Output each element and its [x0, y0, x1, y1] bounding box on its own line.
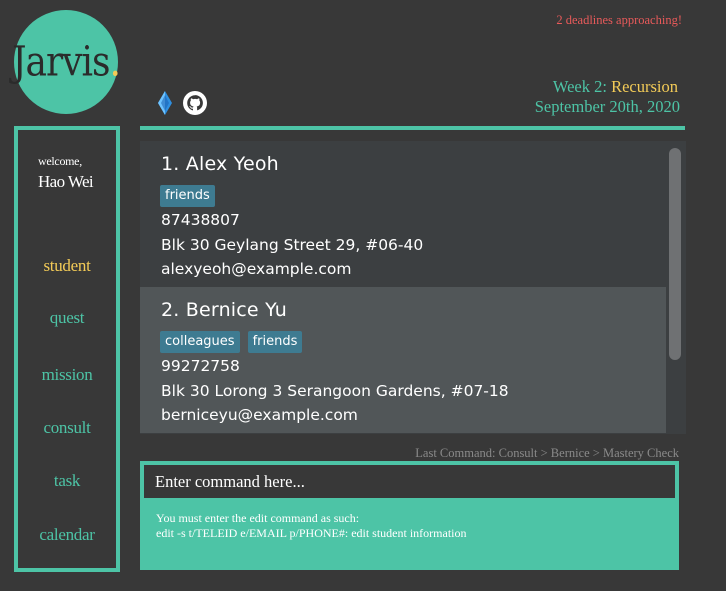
tag-badge: friends — [160, 185, 215, 207]
tag-badge: colleagues — [160, 331, 240, 353]
welcome-label: welcome, — [38, 154, 82, 168]
tag-badge: friends — [247, 331, 303, 353]
diamond-icon[interactable] — [157, 90, 173, 116]
sidebar: welcome, Hao Wei student quest mission c… — [14, 126, 120, 572]
scrollbar-thumb[interactable] — [669, 148, 681, 360]
sidebar-item-student[interactable]: student — [18, 256, 116, 276]
student-address: Blk 30 Geylang Street 29, #06-40 — [161, 236, 424, 254]
jarvis-logo: Jarvis. — [12, 10, 121, 114]
tag-list: colleagues friends — [160, 331, 303, 353]
student-name: 1. Alex Yeoh — [161, 153, 279, 175]
sidebar-item-quest[interactable]: quest — [18, 308, 116, 328]
tag-list: friends — [160, 185, 215, 207]
github-icon[interactable] — [183, 91, 207, 115]
username: Hao Wei — [38, 172, 94, 191]
result-message-line: edit -s t/TELEID e/EMAIL p/PHONE#: edit … — [156, 526, 467, 540]
sidebar-item-consult[interactable]: consult — [18, 418, 116, 438]
student-card[interactable]: 1. Alex Yeoh friends 87438807 Blk 30 Gey… — [140, 141, 666, 287]
week-prefix: Week 2: — [552, 77, 612, 96]
student-address: Blk 30 Lorong 3 Serangoon Gardens, #07-1… — [161, 382, 509, 400]
logo-text: Jarvis. — [12, 38, 121, 86]
week-indicator: Week 2: Recursion — [553, 77, 678, 97]
student-name: 2. Bernice Yu — [161, 299, 287, 321]
command-box: You must enter the edit command as such:… — [140, 461, 679, 570]
result-message-line: You must enter the edit command as such: — [156, 511, 360, 525]
sidebar-item-mission[interactable]: mission — [18, 365, 116, 385]
student-email: berniceyu@example.com — [161, 406, 358, 424]
student-card[interactable]: 2. Bernice Yu colleagues friends 9927275… — [140, 287, 666, 433]
last-command: Last Command: Consult > Bernice > Master… — [415, 446, 679, 460]
current-date: September 20th, 2020 — [534, 97, 680, 116]
student-list[interactable]: 1. Alex Yeoh friends 87438807 Blk 30 Gey… — [140, 141, 686, 434]
student-email: alexyeoh@example.com — [161, 260, 352, 278]
sidebar-item-task[interactable]: task — [18, 471, 116, 491]
header-divider — [140, 126, 685, 130]
student-phone: 99272758 — [161, 357, 240, 375]
command-input[interactable] — [144, 465, 675, 498]
student-phone: 87438807 — [161, 211, 240, 229]
deadline-notice: 2 deadlines approaching! — [556, 13, 682, 27]
week-topic: Recursion — [611, 77, 678, 96]
sidebar-item-calendar[interactable]: calendar — [18, 525, 116, 545]
